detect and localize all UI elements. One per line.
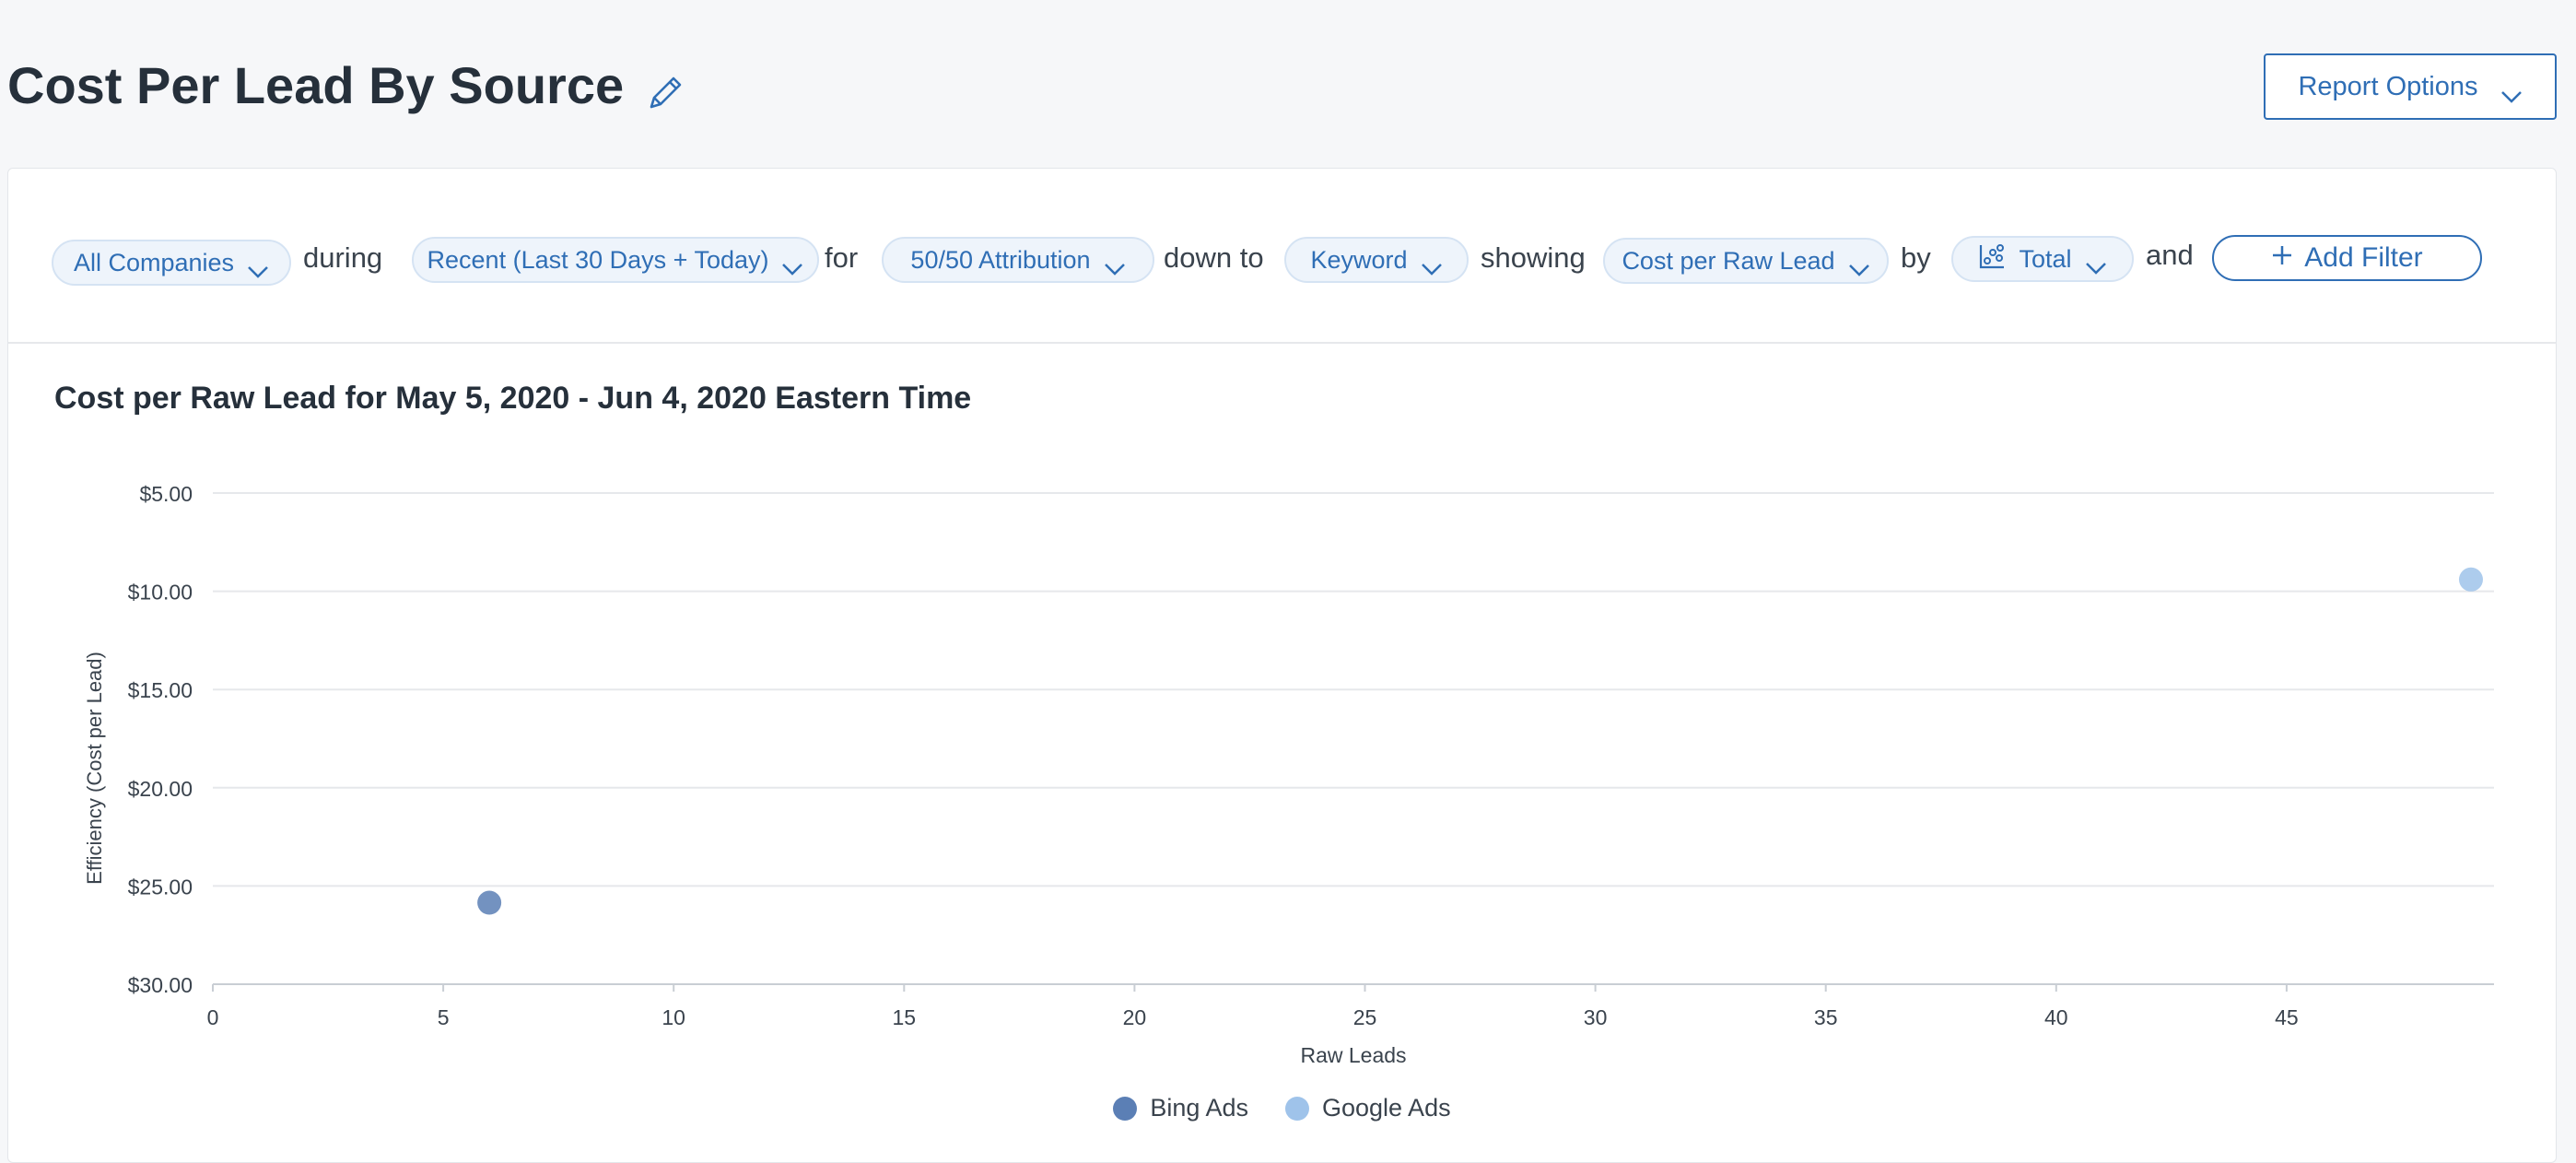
y-tick-label: $15.00	[128, 678, 193, 702]
legend-item-google[interactable]: Google Ads	[1284, 1094, 1451, 1122]
x-axis-label: Raw Leads	[1300, 1043, 1406, 1067]
y-tick-label: $30.00	[128, 973, 193, 997]
scatter-chart: $5.00 $10.00 $15.00 $20.00 $25.00 $30.00 0 5 10 1…	[83, 482, 2494, 1067]
y-tick-label: $25.00	[128, 875, 193, 899]
page-title-text: Cost Per Lead By Source	[7, 56, 625, 114]
legend-label-bing: Bing Ads	[1150, 1094, 1248, 1122]
data-point-bing[interactable]	[477, 890, 502, 915]
x-tick-label: 35	[1814, 1005, 1838, 1029]
report-card: All Companies during Recent (Last 30 Day…	[7, 168, 2557, 1163]
x-tick-label: 5	[438, 1005, 450, 1029]
report-options-label: Report Options	[2298, 71, 2478, 101]
legend-marker-google	[1284, 1096, 1309, 1121]
y-tick-label: $10.00	[128, 581, 193, 605]
chevron-down-icon	[2500, 80, 2523, 103]
x-tick-label: 20	[1123, 1005, 1147, 1029]
x-tick-label: 10	[662, 1005, 685, 1029]
y-tick-label: $20.00	[128, 777, 193, 801]
data-point-google[interactable]	[2458, 567, 2483, 592]
legend-label-google: Google Ads	[1321, 1094, 1451, 1122]
x-tick-label: 45	[2275, 1005, 2299, 1029]
x-tick-label: 15	[893, 1005, 917, 1029]
legend-item-bing[interactable]: Bing Ads	[1113, 1094, 1248, 1122]
y-axis-label: Efficiency (Cost per Lead)	[83, 652, 106, 885]
page-title: Cost Per Lead By Source	[7, 55, 686, 115]
x-tick-label: 40	[2044, 1005, 2068, 1029]
x-tick-label: 0	[207, 1005, 219, 1029]
chart-legend: Bing Ads Google Ads	[8, 1094, 2556, 1122]
report-options-button[interactable]: Report Options	[2264, 53, 2557, 120]
legend-marker-bing	[1113, 1096, 1138, 1121]
pencil-icon[interactable]	[644, 66, 686, 109]
x-tick-label: 25	[1353, 1005, 1377, 1029]
x-tick-label: 30	[1584, 1005, 1608, 1029]
y-tick-label: $5.00	[139, 482, 193, 506]
